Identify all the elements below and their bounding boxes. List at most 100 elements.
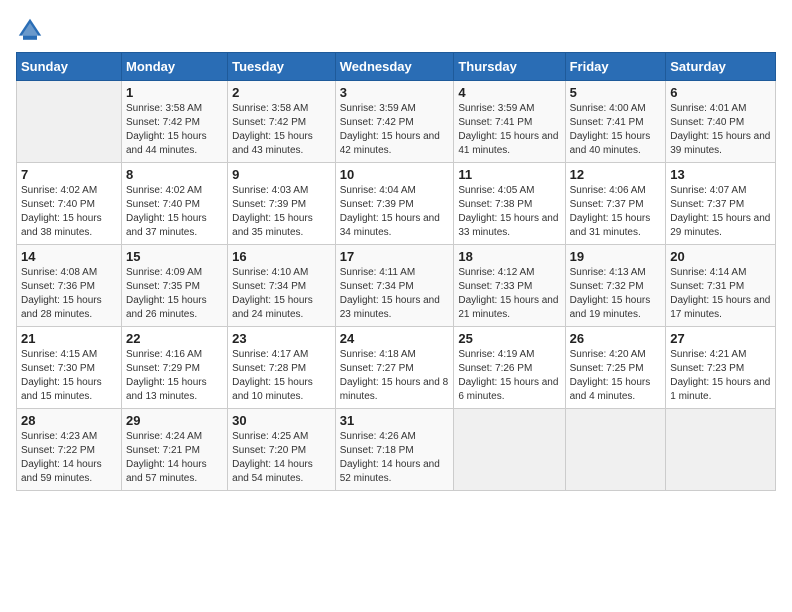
calendar-week: 14 Sunrise: 4:08 AMSunset: 7:36 PMDayligh… (17, 245, 776, 327)
calendar-cell: 14 Sunrise: 4:08 AMSunset: 7:36 PMDayligh… (17, 245, 122, 327)
calendar-cell: 1Sunrise: 3:58 AMSunset: 7:42 PMDaylight… (121, 81, 227, 163)
calendar-week: 7 Sunrise: 4:02 AMSunset: 7:40 PMDaylight… (17, 163, 776, 245)
day-info: Sunrise: 4:20 AMSunset: 7:25 PMDaylight:… (570, 348, 662, 404)
day-number: 14 (21, 249, 117, 264)
weekday-header: Thursday (454, 53, 565, 81)
calendar-cell: 19Sunrise: 4:13 AMSunset: 7:32 PMDayligh… (565, 245, 666, 327)
calendar-cell: 10 Sunrise: 4:04 AMSunset: 7:39 PMDayligh… (335, 163, 454, 245)
day-info: Sunrise: 4:05 AMSunset: 7:38 PMDaylight:… (458, 184, 560, 240)
calendar-cell: 16Sunrise: 4:10 AMSunset: 7:34 PMDayligh… (228, 245, 336, 327)
day-number: 18 (458, 249, 560, 264)
day-number: 1 (126, 85, 223, 100)
day-number: 30 (232, 413, 331, 428)
page-header (16, 16, 776, 44)
day-info: Sunrise: 4:15 AMSunset: 7:30 PMDaylight:… (21, 348, 117, 404)
calendar-table: SundayMondayTuesdayWednesdayThursdayFrid… (16, 52, 776, 491)
day-number: 21 (21, 331, 117, 346)
day-info: Sunrise: 4:01 AMSunset: 7:40 PMDaylight:… (670, 102, 771, 158)
calendar-cell: 24Sunrise: 4:18 AMSunset: 7:27 PMDayligh… (335, 327, 454, 409)
calendar-cell: 13 Sunrise: 4:07 AMSunset: 7:37 PMDayligh… (666, 163, 776, 245)
calendar-week: 1 Sunrise: 3:58 AMSunset: 7:42 PMDaylight… (17, 81, 776, 163)
weekday-header: Sunday (17, 53, 122, 81)
calendar-cell: 20 Sunrise: 4:14 AMSunset: 7:31 PMDayligh… (666, 245, 776, 327)
calendar-cell: 6 Sunrise: 4:01 AMSunset: 7:40 PMDaylight… (666, 81, 776, 163)
calendar-cell: 15 Sunrise: 4:09 AMSunset: 7:35 PMDayligh… (121, 245, 227, 327)
day-number: 10 (340, 167, 450, 182)
day-info: Sunrise: 4:19 AMSunset: 7:26 PMDaylight:… (458, 348, 560, 404)
calendar-cell: 7 Sunrise: 4:02 AMSunset: 7:40 PMDaylight… (17, 163, 122, 245)
logo (16, 16, 48, 44)
weekday-header: Wednesday (335, 53, 454, 81)
calendar-cell: 28 Sunrise: 4:23 AMSunset: 7:22 PMDayligh… (17, 409, 122, 491)
calendar-cell: 21 Sunrise: 4:15 AMSunset: 7:30 PMDayligh… (17, 327, 122, 409)
day-number: 11 (458, 167, 560, 182)
day-number: 25 (458, 331, 560, 346)
day-number: 29 (126, 413, 223, 428)
calendar-cell: 29 Sunrise: 4:24 AMSunset: 7:21 PMDayligh… (121, 409, 227, 491)
calendar-cell: 25 Sunrise: 4:19 AMSunset: 7:26 PMDayligh… (454, 327, 565, 409)
day-info: Sunrise: 4:25 AMSunset: 7:20 PMDaylight:… (232, 430, 331, 486)
calendar-cell: 31 Sunrise: 4:26 AMSunset: 7:18 PMDayligh… (335, 409, 454, 491)
day-number: 17 (340, 249, 450, 264)
calendar-cell: 8 Sunrise: 4:02 AMSunset: 7:40 PMDaylight… (121, 163, 227, 245)
day-number: 3 (340, 85, 450, 100)
day-number: 28 (21, 413, 117, 428)
calendar-cell (565, 409, 666, 491)
day-info: Sunrise: 4:17 AMSunset: 7:28 PMDaylight:… (232, 348, 331, 404)
day-info: Sunrise: 4:04 AMSunset: 7:39 PMDaylight:… (340, 184, 450, 240)
day-number: 31 (340, 413, 450, 428)
calendar-cell: 23 Sunrise: 4:17 AMSunset: 7:28 PMDayligh… (228, 327, 336, 409)
day-info: Sunrise: 4:02 AMSunset: 7:40 PMDaylight:… (126, 184, 223, 240)
day-number: 9 (232, 167, 331, 182)
day-info: Sunrise: 3:59 AMSunset: 7:42 PMDaylight:… (340, 102, 450, 158)
day-number: 23 (232, 331, 331, 346)
day-info: Sunrise: 4:09 AMSunset: 7:35 PMDaylight:… (126, 266, 223, 322)
day-number: 12 (570, 167, 662, 182)
day-number: 4 (458, 85, 560, 100)
day-number: 8 (126, 167, 223, 182)
header-row: SundayMondayTuesdayWednesdayThursdayFrid… (17, 53, 776, 81)
day-number: 7 (21, 167, 117, 182)
day-info: Sunrise: 4:07 AMSunset: 7:37 PMDaylight:… (670, 184, 771, 240)
day-info: Sunrise: 4:14 AMSunset: 7:31 PMDaylight:… (670, 266, 771, 322)
day-info: Sunrise: 4:08 AMSunset: 7:36 PMDaylight:… (21, 266, 117, 322)
day-info: Sunrise: 4:23 AMSunset: 7:22 PMDaylight:… (21, 430, 117, 486)
calendar-cell: 17Sunrise: 4:11 AMSunset: 7:34 PMDayligh… (335, 245, 454, 327)
calendar-cell: 5 Sunrise: 4:00 AMSunset: 7:41 PMDaylight… (565, 81, 666, 163)
calendar-cell: 3 Sunrise: 3:59 AMSunset: 7:42 PMDaylight… (335, 81, 454, 163)
calendar-cell: 9Sunrise: 4:03 AMSunset: 7:39 PMDaylight… (228, 163, 336, 245)
day-info: Sunrise: 4:26 AMSunset: 7:18 PMDaylight:… (340, 430, 450, 486)
day-number: 15 (126, 249, 223, 264)
day-info: Sunrise: 4:06 AMSunset: 7:37 PMDaylight:… (570, 184, 662, 240)
calendar-cell (666, 409, 776, 491)
day-info: Sunrise: 3:59 AMSunset: 7:41 PMDaylight:… (458, 102, 560, 158)
day-number: 5 (570, 85, 662, 100)
calendar-cell: 30 Sunrise: 4:25 AMSunset: 7:20 PMDayligh… (228, 409, 336, 491)
day-number: 2 (232, 85, 331, 100)
weekday-header: Tuesday (228, 53, 336, 81)
day-number: 20 (670, 249, 771, 264)
day-info: Sunrise: 4:16 AMSunset: 7:29 PMDaylight:… (126, 348, 223, 404)
day-number: 16 (232, 249, 331, 264)
calendar-cell: 18 Sunrise: 4:12 AMSunset: 7:33 PMDayligh… (454, 245, 565, 327)
calendar-cell: 27Sunrise: 4:21 AMSunset: 7:23 PMDayligh… (666, 327, 776, 409)
day-number: 24 (340, 331, 450, 346)
calendar-cell (17, 81, 122, 163)
day-number: 6 (670, 85, 771, 100)
calendar-cell: 4 Sunrise: 3:59 AMSunset: 7:41 PMDaylight… (454, 81, 565, 163)
day-info: Sunrise: 4:24 AMSunset: 7:21 PMDaylight:… (126, 430, 223, 486)
day-number: 22 (126, 331, 223, 346)
weekday-header: Monday (121, 53, 227, 81)
calendar-week: 21 Sunrise: 4:15 AMSunset: 7:30 PMDayligh… (17, 327, 776, 409)
day-info: Sunrise: 4:00 AMSunset: 7:41 PMDaylight:… (570, 102, 662, 158)
weekday-header: Saturday (666, 53, 776, 81)
logo-icon (16, 16, 44, 44)
calendar-week: 28 Sunrise: 4:23 AMSunset: 7:22 PMDayligh… (17, 409, 776, 491)
day-info: Sunrise: 4:12 AMSunset: 7:33 PMDaylight:… (458, 266, 560, 322)
day-info: Sunrise: 4:02 AMSunset: 7:40 PMDaylight:… (21, 184, 117, 240)
calendar-cell (454, 409, 565, 491)
calendar-cell: 12 Sunrise: 4:06 AMSunset: 7:37 PMDayligh… (565, 163, 666, 245)
day-info: Sunrise: 3:58 AMSunset: 7:42 PMDaylight:… (232, 102, 331, 158)
day-number: 13 (670, 167, 771, 182)
calendar-cell: 11 Sunrise: 4:05 AMSunset: 7:38 PMDayligh… (454, 163, 565, 245)
